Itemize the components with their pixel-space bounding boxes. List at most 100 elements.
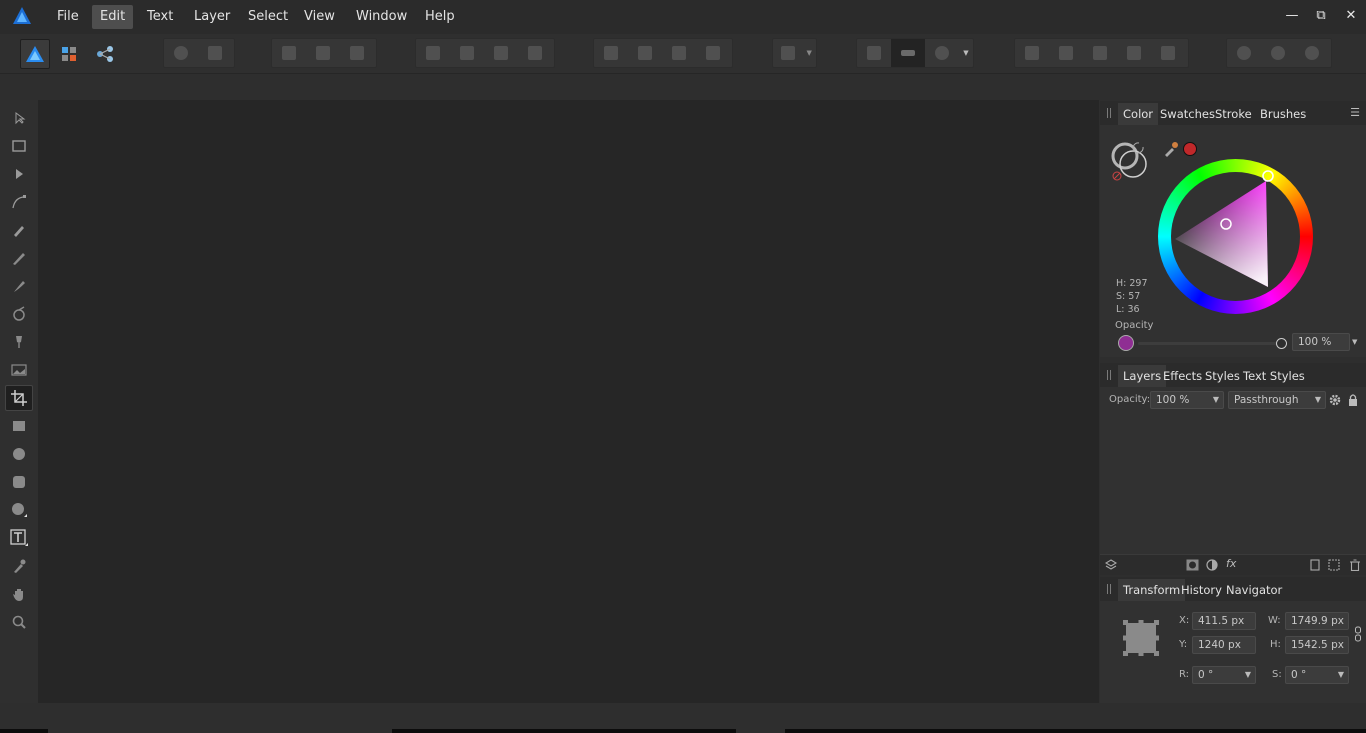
adjustment-icon[interactable] (1206, 559, 1218, 571)
pencil-tool[interactable] (5, 245, 33, 271)
arrange-backward-button[interactable] (450, 39, 484, 67)
affinity-designer-logo-icon[interactable] (12, 6, 32, 26)
h-field[interactable]: 1542.5 px (1285, 636, 1349, 654)
tab-navigator[interactable]: Navigator (1221, 579, 1287, 601)
shape-tool-group[interactable] (5, 497, 33, 523)
fx-icon[interactable]: fx (1226, 557, 1236, 570)
eyedropper-icon[interactable] (1163, 141, 1179, 157)
arrange-back-button[interactable] (416, 39, 450, 67)
menu-select[interactable]: Select (240, 5, 296, 29)
move-tool[interactable] (5, 105, 33, 131)
xor-button[interactable] (1117, 39, 1151, 67)
trash-icon[interactable] (1349, 559, 1361, 571)
toolbar-button-3[interactable] (272, 39, 306, 67)
menu-window[interactable]: Window (348, 5, 415, 29)
layer-opacity-field[interactable]: 100 % ▼ (1150, 391, 1224, 409)
toolbar-button-5[interactable] (340, 39, 374, 67)
color-picker-tool[interactable] (5, 553, 33, 579)
drag-handle-icon[interactable] (1107, 108, 1111, 118)
rotation-field[interactable]: 0 ° ▼ (1192, 666, 1256, 684)
restore-button[interactable]: ⧉ (1310, 5, 1332, 27)
fill-stroke-selector[interactable] (1108, 137, 1158, 187)
menu-layer[interactable]: Layer (186, 5, 238, 29)
close-button[interactable]: ✕ (1340, 5, 1362, 27)
flip-vertical-button[interactable] (628, 39, 662, 67)
saturation-triangle[interactable] (1158, 159, 1313, 314)
align-button[interactable] (773, 39, 802, 67)
toolbar-button-mask-2[interactable] (1261, 39, 1295, 67)
menu-help[interactable]: Help (417, 5, 463, 29)
w-field[interactable]: 1749.9 px (1285, 612, 1349, 630)
drag-handle-icon[interactable] (1107, 370, 1111, 380)
arrange-front-button[interactable] (518, 39, 552, 67)
place-image-tool[interactable] (5, 357, 33, 383)
lock-icon[interactable] (1347, 393, 1359, 407)
menu-view[interactable]: View (296, 5, 343, 29)
node-tool[interactable] (5, 161, 33, 187)
transparency-tool[interactable] (5, 329, 33, 355)
toolbar-button-mask-1[interactable] (1227, 39, 1261, 67)
pen-tool[interactable] (5, 217, 33, 243)
menu-text[interactable]: Text (139, 5, 181, 29)
fill-tool[interactable] (5, 301, 33, 327)
drag-handle-icon[interactable] (1107, 584, 1111, 594)
ellipse-tool[interactable] (5, 441, 33, 467)
add-layer-icon[interactable] (1309, 559, 1321, 571)
point-transform-tool[interactable] (5, 189, 33, 215)
vector-brush-tool[interactable] (5, 273, 33, 299)
view-tool[interactable] (5, 581, 33, 607)
toolbar-button-mask-3[interactable] (1295, 39, 1329, 67)
align-dropdown[interactable]: ▼ (802, 39, 816, 67)
designer-persona-button[interactable] (20, 39, 50, 69)
shear-field[interactable]: 0 ° ▼ (1285, 666, 1349, 684)
menu-file[interactable]: File (49, 5, 87, 29)
tab-brushes[interactable]: Brushes (1255, 103, 1311, 125)
grid-button[interactable] (857, 39, 891, 67)
rotate-left-button[interactable] (662, 39, 696, 67)
tab-stroke[interactable]: Stroke (1210, 103, 1257, 125)
artistic-text-tool[interactable] (5, 525, 33, 551)
pixel-persona-button[interactable] (54, 39, 84, 69)
current-color-swatch[interactable] (1183, 142, 1197, 156)
export-persona-button[interactable] (90, 39, 120, 69)
gear-icon[interactable] (1328, 393, 1342, 407)
divide-button[interactable] (1151, 39, 1185, 67)
panel-menu-icon[interactable]: ☰ (1350, 107, 1360, 118)
snapping-dropdown[interactable]: ▼ (959, 39, 973, 67)
rotate-right-button[interactable] (696, 39, 730, 67)
snapping-toggle-button[interactable] (891, 39, 925, 67)
layers-list[interactable] (1100, 414, 1366, 554)
magnet-button[interactable] (925, 39, 959, 67)
subtract-button[interactable] (1049, 39, 1083, 67)
crop-tool[interactable] (5, 385, 33, 411)
toolbar-button-1[interactable] (164, 39, 198, 67)
arrange-forward-button[interactable] (484, 39, 518, 67)
document-canvas[interactable] (38, 100, 1099, 703)
y-field[interactable]: 1240 px (1192, 636, 1256, 654)
artboard-tool[interactable] (5, 133, 33, 159)
minimize-button[interactable]: — (1281, 5, 1303, 27)
flip-horizontal-button[interactable] (594, 39, 628, 67)
chevron-down-icon[interactable]: ▼ (1352, 333, 1362, 351)
tab-text-styles[interactable]: Text Styles (1238, 365, 1310, 387)
rounded-rectangle-tool[interactable] (5, 469, 33, 495)
zoom-tool[interactable] (5, 609, 33, 635)
intersect-button[interactable] (1083, 39, 1117, 67)
x-field[interactable]: 411.5 px (1192, 612, 1256, 630)
opacity-field[interactable]: 100 % (1292, 333, 1350, 351)
opacity-slider-handle[interactable] (1276, 338, 1287, 349)
layer-stack-icon[interactable] (1105, 559, 1117, 571)
tab-color[interactable]: Color (1118, 103, 1158, 125)
opacity-slider[interactable] (1138, 342, 1284, 345)
add-button[interactable] (1015, 39, 1049, 67)
toolbar-button-2[interactable] (198, 39, 232, 67)
blend-mode-select[interactable]: Passthrough ▼ (1228, 391, 1326, 409)
tab-history[interactable]: History (1176, 579, 1227, 601)
toolbar-button-4[interactable] (306, 39, 340, 67)
anchor-selector-icon[interactable] (1122, 619, 1160, 657)
mask-layer-icon[interactable] (1186, 559, 1199, 571)
menu-edit[interactable]: Edit (92, 5, 133, 29)
add-pixel-layer-icon[interactable] (1328, 559, 1340, 571)
rectangle-tool[interactable] (5, 413, 33, 439)
link-aspect-icon[interactable] (1354, 626, 1362, 642)
